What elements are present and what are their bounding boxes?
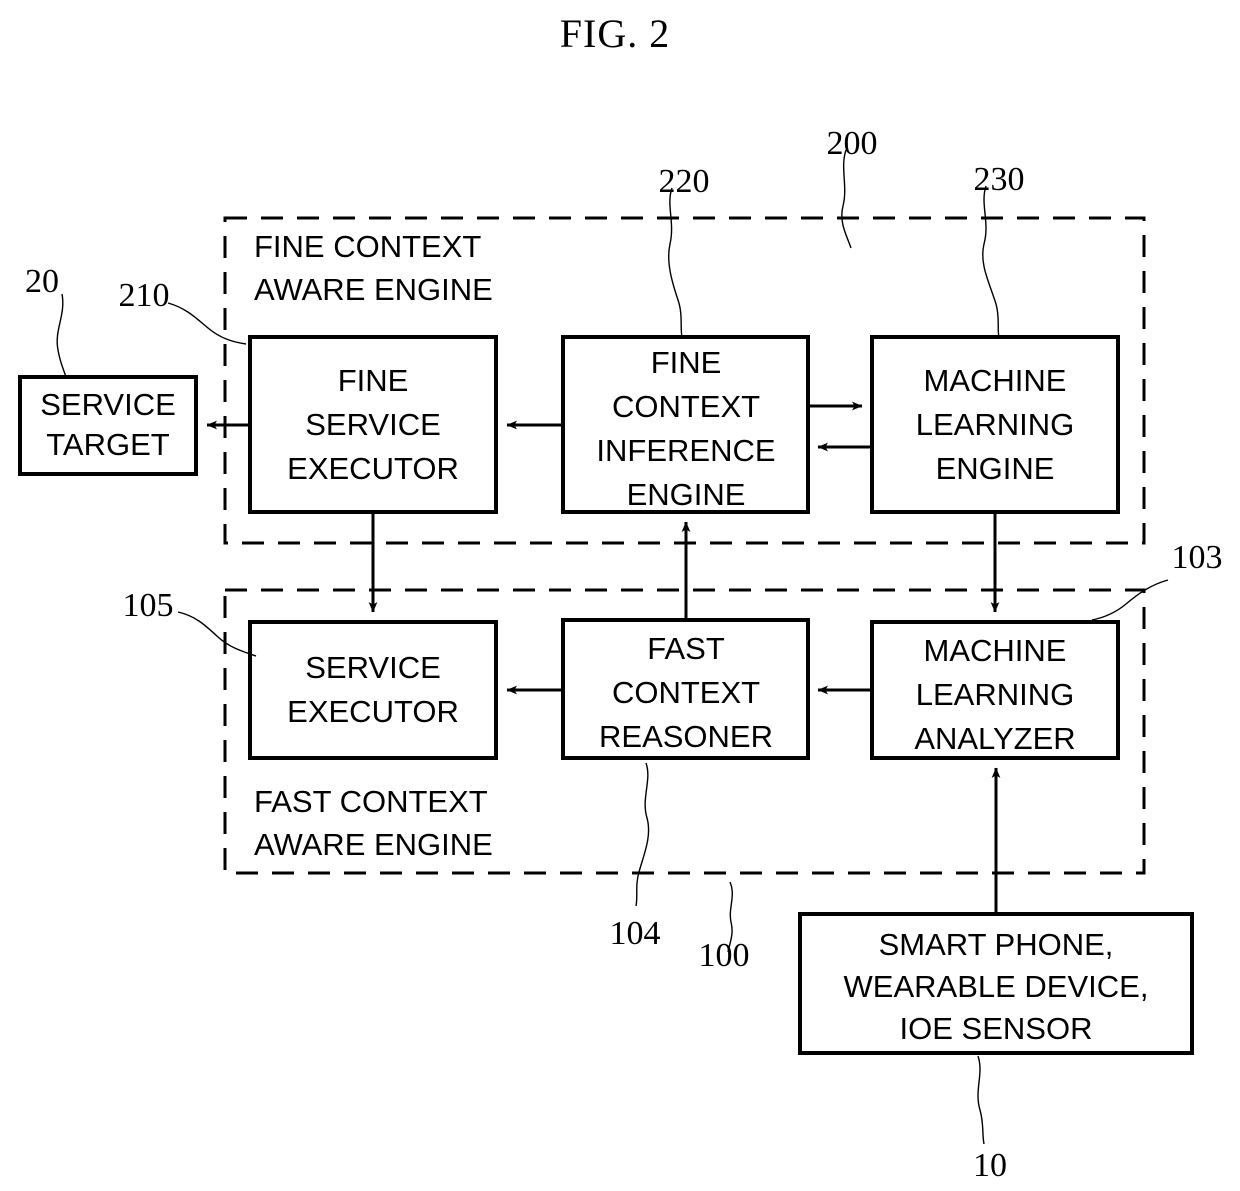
leader-line-20 — [56, 293, 67, 378]
leader-line-10 — [977, 1055, 985, 1145]
leader-line-230 — [982, 185, 1000, 338]
reference-numeral-200: 200 — [827, 125, 878, 162]
service-target-label-line1: SERVICE — [40, 387, 176, 422]
reference-numeral-105: 105 — [123, 587, 174, 624]
fine-service-executor-label-line1: FINE — [338, 363, 409, 398]
sensor-devices-label-line2: WEARABLE DEVICE, — [844, 969, 1149, 1004]
service-executor-box — [248, 620, 498, 760]
service-executor-label-line1: SERVICE — [305, 650, 441, 685]
reference-numeral-20: 20 — [25, 263, 59, 300]
machine-learning-engine-label-line1: MACHINE — [924, 363, 1067, 398]
leader-line-105 — [177, 611, 257, 657]
machine-learning-engine-label-line3: ENGINE — [936, 451, 1055, 486]
reference-numeral-210: 210 — [119, 277, 170, 314]
reference-numeral-100: 100 — [699, 937, 750, 974]
service-executor-label-line2: EXECUTOR — [287, 694, 459, 729]
sensor-devices-label-line1: SMART PHONE, — [879, 927, 1114, 962]
reference-numeral-230: 230 — [974, 161, 1025, 198]
machine-learning-analyzer-label-line2: LEARNING — [916, 677, 1074, 712]
fine-context-aware-engine-label-line1: FINE CONTEXT — [254, 229, 481, 264]
fast-context-reasoner-label-line3: REASONER — [599, 719, 773, 754]
patent-figure: FIG. 2 FINE CONTEXT AWARE ENGINE FAST CO… — [0, 0, 1240, 1191]
fast-context-reasoner-label-line1: FAST — [647, 631, 725, 666]
fine-context-inference-engine-label-line4: ENGINE — [627, 477, 746, 512]
machine-learning-analyzer-label-line3: ANALYZER — [914, 721, 1075, 756]
fast-context-reasoner-label-line2: CONTEXT — [612, 675, 760, 710]
figure-title: FIG. 2 — [560, 11, 670, 56]
fast-context-aware-engine-label-line2: AWARE ENGINE — [254, 827, 493, 862]
service-target-label-line2: TARGET — [46, 427, 169, 462]
leader-line-200 — [841, 149, 852, 249]
machine-learning-analyzer-label-line1: MACHINE — [924, 633, 1067, 668]
fine-context-aware-engine-label-line2: AWARE ENGINE — [254, 272, 493, 307]
fine-context-inference-engine-label-line2: CONTEXT — [612, 389, 760, 424]
leader-line-220 — [668, 187, 683, 338]
reference-numeral-104: 104 — [610, 915, 661, 952]
leader-line-104 — [635, 762, 650, 907]
fine-service-executor-label-line3: EXECUTOR — [287, 451, 459, 486]
reference-numeral-10: 10 — [973, 1147, 1007, 1184]
fast-context-aware-engine-label-line1: FAST CONTEXT — [254, 784, 488, 819]
fine-context-inference-engine-label-line1: FINE — [651, 345, 722, 380]
fine-service-executor-label-line2: SERVICE — [305, 407, 441, 442]
sensor-devices-label-line3: IOE SENSOR — [900, 1011, 1093, 1046]
machine-learning-engine-label-line2: LEARNING — [916, 407, 1074, 442]
reference-numeral-220: 220 — [659, 163, 710, 200]
fine-context-inference-engine-label-line3: INFERENCE — [596, 433, 775, 468]
figure-canvas: FIG. 2 FINE CONTEXT AWARE ENGINE FAST CO… — [18, 11, 1223, 1184]
reference-numeral-103: 103 — [1172, 539, 1223, 576]
leader-line-103 — [1091, 579, 1169, 621]
leader-line-210 — [167, 302, 247, 345]
